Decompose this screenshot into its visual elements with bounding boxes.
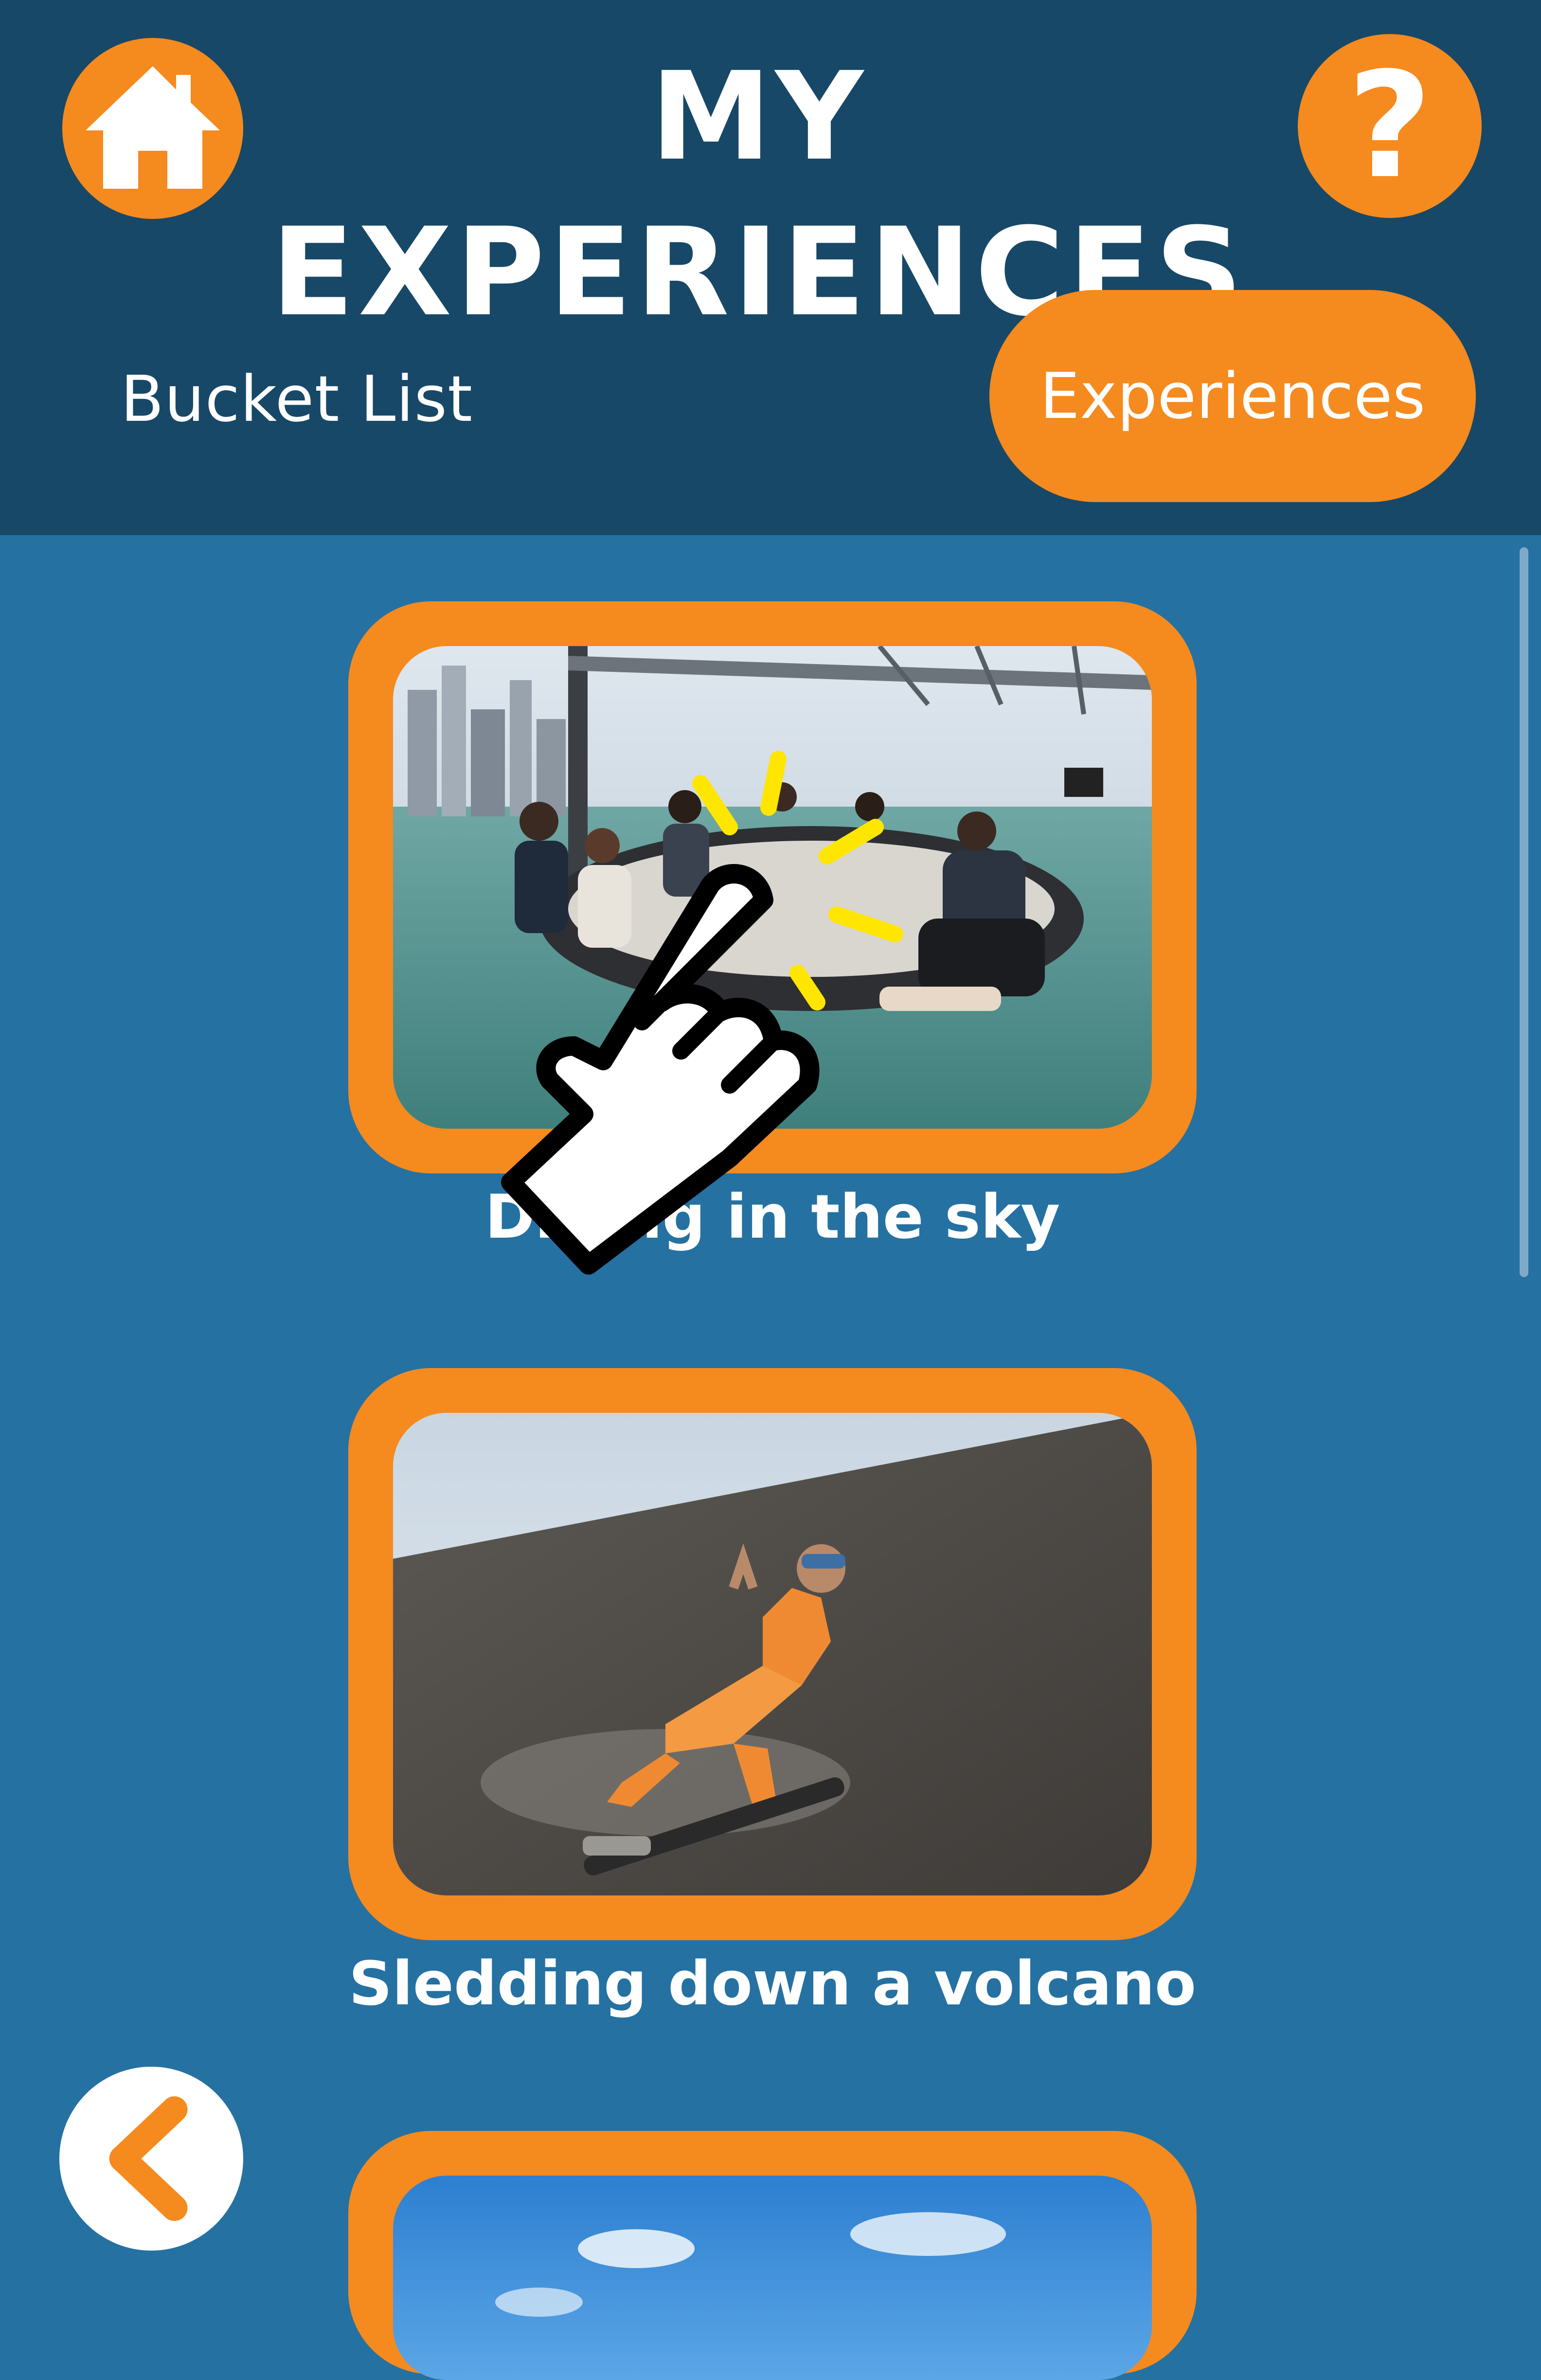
experience-photo-third [393, 2176, 1152, 2380]
app-header: MY EXPERIENCES ? Bucket List Experiences [0, 0, 1541, 535]
home-icon [86, 66, 220, 189]
experience-label-volcano[interactable]: Sledding down a volcano [292, 1940, 1253, 2028]
chevron-left-icon [109, 2096, 188, 2221]
page-title: MY EXPERIENCES [271, 46, 1247, 343]
experience-card-third[interactable] [348, 2131, 1197, 2380]
tap-hand-icon [501, 751, 903, 1275]
tab-experiences[interactable]: Experiences [989, 290, 1476, 502]
experience-card-volcano[interactable] [348, 1368, 1197, 1940]
help-button[interactable]: ? [1298, 34, 1482, 218]
scrollbar[interactable] [1520, 547, 1528, 1277]
home-button[interactable] [62, 38, 243, 219]
tab-bucket-list[interactable]: Bucket List [92, 341, 501, 457]
experience-photo-volcano [393, 1413, 1152, 1895]
back-button[interactable] [59, 2067, 243, 2251]
